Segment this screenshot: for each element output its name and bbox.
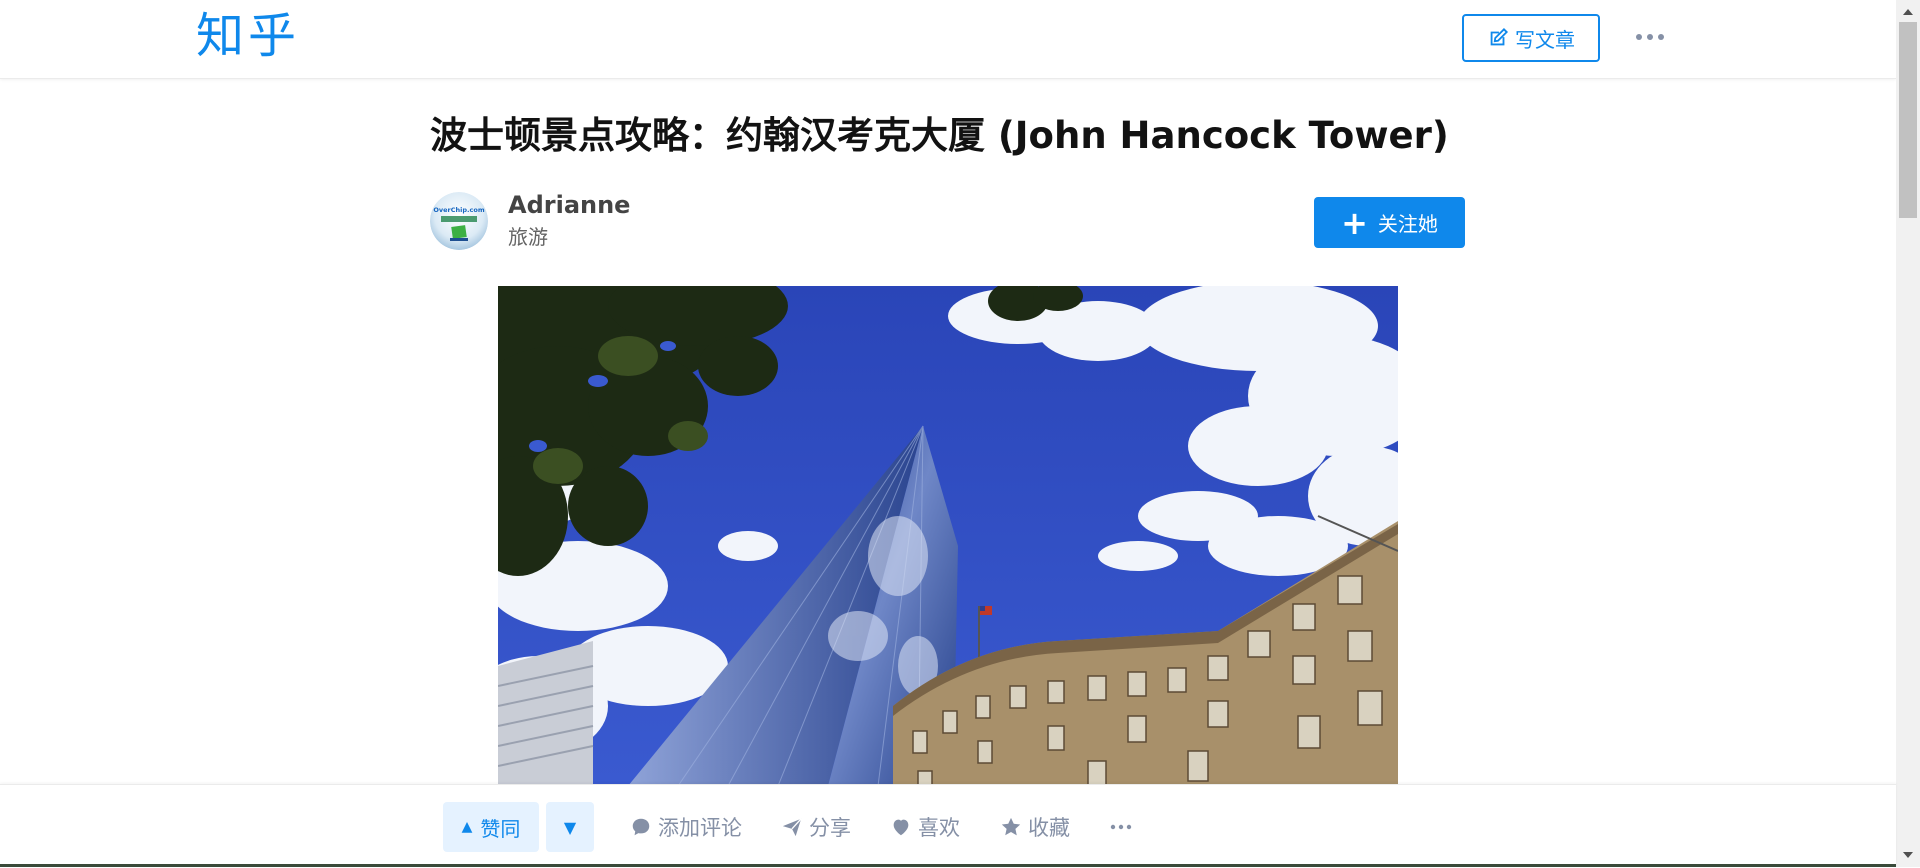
article-cover-image (498, 286, 1398, 786)
collect-label: 收藏 (1028, 816, 1070, 840)
downvote-button[interactable]: ▼ (546, 802, 594, 852)
author-avatar[interactable]: OverChip.com (430, 192, 488, 250)
follow-label: 关注她 (1377, 212, 1438, 236)
scroll-down-arrow-icon[interactable] (1896, 847, 1920, 863)
more-menu-button[interactable] (1632, 22, 1668, 52)
zhihu-logo[interactable]: 知乎 (196, 8, 300, 64)
ellipsis-icon (1636, 34, 1664, 40)
paper-plane-share-icon (782, 818, 802, 837)
upvote-button[interactable]: ▲ 赞同 (443, 802, 539, 852)
avatar-image: OverChip.com (430, 192, 488, 250)
add-comment-label: 添加评论 (658, 816, 742, 840)
article-title: 波士顿景点攻略：约翰汉考克大厦 (John Hancock Tower) (430, 114, 1449, 157)
plus-icon: + (1341, 203, 1368, 242)
author-headline: 旅游 (508, 225, 548, 249)
like-label: 喜欢 (918, 816, 960, 840)
vertical-scrollbar[interactable] (1896, 0, 1920, 867)
like-button[interactable]: 喜欢 (890, 802, 960, 852)
write-article-label: 写文章 (1515, 27, 1575, 52)
upvote-triangle-icon: ▲ (461, 819, 473, 835)
hancock-tower-photo (498, 286, 1398, 786)
downvote-triangle-icon: ▼ (563, 817, 577, 837)
svg-text:OverChip.com: OverChip.com (433, 206, 484, 214)
add-comment-button[interactable]: 添加评论 (630, 802, 742, 852)
more-actions-button[interactable] (1110, 802, 1138, 852)
share-label: 分享 (809, 816, 851, 840)
collect-button[interactable]: 收藏 (1000, 802, 1070, 852)
ellipsis-icon (1110, 824, 1132, 830)
star-icon (1001, 817, 1021, 836)
top-navbar: 知乎 写文章 (0, 0, 1896, 79)
scrollbar-thumb[interactable] (1899, 22, 1917, 218)
heart-icon (893, 819, 909, 836)
scroll-up-arrow-icon[interactable] (1896, 4, 1920, 20)
follow-button[interactable]: + 关注她 (1314, 197, 1465, 248)
upvote-label: 赞同 (480, 816, 521, 841)
share-button[interactable]: 分享 (781, 802, 851, 852)
write-article-button[interactable]: 写文章 (1462, 14, 1600, 62)
author-name[interactable]: Adrianne (508, 188, 630, 222)
edit-icon (1490, 27, 1509, 46)
article-action-bar: ▲ 赞同 ▼ 添加评论 分享 喜欢 收藏 (0, 784, 1896, 868)
comment-bubble-icon (632, 818, 650, 836)
